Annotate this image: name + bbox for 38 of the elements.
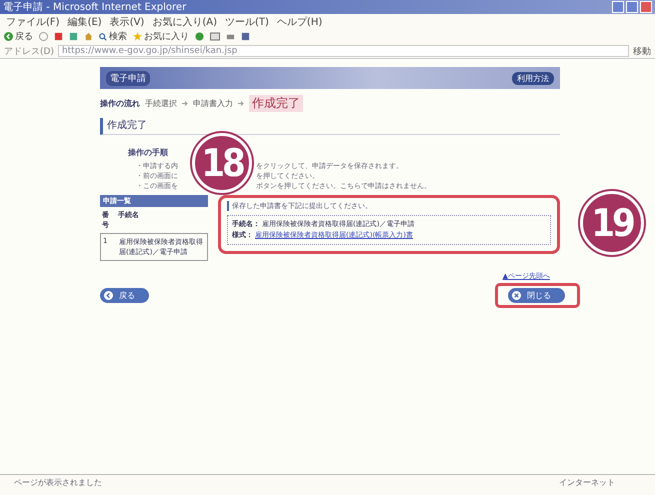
callout-badge: 19 (580, 191, 644, 255)
close-button[interactable] (640, 1, 652, 13)
arrow-icon (238, 101, 244, 106)
zone-text: インターネット (559, 476, 615, 488)
back-arrow-icon (4, 32, 13, 41)
menu-item[interactable]: 編集(E) (68, 15, 102, 28)
minimize-button[interactable] (612, 1, 624, 13)
site-logo: 電子申請 (106, 70, 150, 86)
help-button[interactable]: 利用方法 (512, 72, 554, 84)
flow-label: 操作の流れ (100, 98, 140, 109)
flow-step: 手続選択 (145, 98, 177, 109)
go-button[interactable]: 移動 (633, 44, 651, 58)
instructions-title: 操作の手順 (128, 147, 169, 158)
search-button[interactable]: 検索 (99, 30, 127, 43)
mail-icon[interactable] (210, 32, 220, 41)
status-text: ページが表示されました (14, 476, 102, 488)
flow-step: 作成完了 (249, 95, 303, 112)
menu-item[interactable]: ファイル(F) (6, 15, 60, 28)
menu-item[interactable]: ヘルプ(H) (276, 15, 322, 28)
flow-step: 申請書入力 (193, 98, 233, 109)
menu-item[interactable]: 表示(V) (110, 15, 144, 28)
close-icon (512, 291, 521, 300)
arrow-icon (182, 101, 188, 106)
home-icon[interactable] (84, 32, 93, 41)
back-arrow-icon (104, 291, 113, 300)
maximize-button[interactable] (626, 1, 638, 13)
menu-item[interactable]: ツール(T) (225, 15, 269, 28)
back-button[interactable]: 戻る (4, 30, 33, 43)
star-icon (133, 32, 142, 41)
address-field[interactable]: https://www.e-gov.go.jp/shinsei/kan.jsp (58, 45, 629, 57)
back-button[interactable]: 戻る (100, 288, 149, 303)
window-title: 電子申請 - Microsoft Internet Explorer (3, 0, 186, 14)
callout-badge: 18 (192, 133, 252, 193)
close-button[interactable]: 閉じる (508, 288, 565, 303)
search-icon (99, 32, 107, 40)
menu-item[interactable]: お気に入り(A) (152, 15, 217, 28)
address-label: アドレス(D) (4, 46, 54, 58)
favorites-button[interactable]: お気に入り (133, 30, 189, 43)
